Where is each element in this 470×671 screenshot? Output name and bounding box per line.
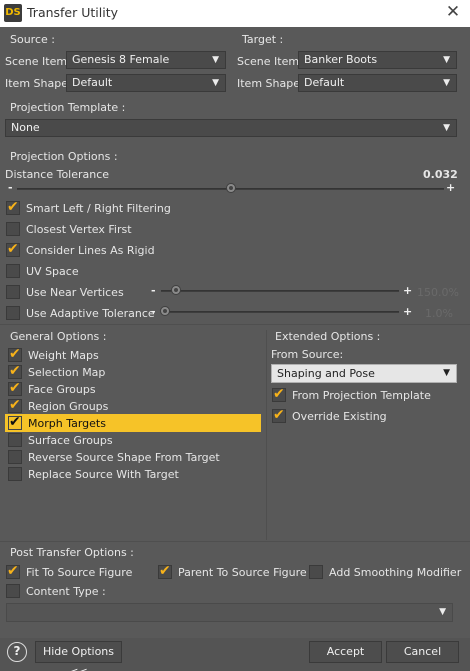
rigid-lines-checkbox[interactable] [6, 241, 20, 257]
source-item-shape-dropdown[interactable]: Default ▼ [66, 74, 226, 92]
near-vertices-value: 150.0% [417, 286, 459, 299]
chevron-down-icon: ▼ [212, 78, 219, 88]
replace-source-checkbox[interactable] [8, 467, 22, 481]
target-scene-item-label: Scene Item : [237, 55, 307, 68]
divider [0, 541, 470, 542]
chevron-down-icon: ▼ [443, 55, 450, 65]
from-source-value: Shaping and Pose [277, 367, 375, 380]
source-scene-item-value: Genesis 8 Female [72, 53, 170, 66]
source-heading: Source : [10, 33, 55, 46]
closest-vertex-checkbox[interactable] [6, 222, 20, 236]
content-type-dropdown[interactable]: ▼ [6, 603, 453, 622]
target-heading: Target : [242, 33, 284, 46]
distance-tolerance-label: Distance Tolerance [5, 168, 110, 181]
chevron-down-icon: ▼ [443, 368, 450, 378]
selection-map-checkbox[interactable] [8, 363, 22, 379]
distance-tolerance-value: 0.032 [423, 168, 458, 181]
distance-tolerance-plus[interactable]: + [446, 181, 455, 194]
hide-options-button[interactable]: Hide Options << [35, 641, 122, 671]
source-item-shape-label: Item Shape : [5, 77, 76, 90]
near-vertices-minus[interactable]: - [151, 284, 156, 297]
face-groups-label: Face Groups [28, 383, 96, 396]
closest-vertex-label: Closest Vertex First [26, 223, 132, 236]
adaptive-tolerance-minus[interactable]: - [151, 305, 156, 318]
smart-filtering-label: Smart Left / Right Filtering [26, 202, 171, 215]
adaptive-tolerance-slider-knob[interactable] [160, 306, 170, 316]
morph-targets-checkbox[interactable] [8, 414, 22, 430]
chevron-down-icon: ▼ [443, 123, 450, 133]
vertical-divider [266, 330, 267, 540]
target-scene-item-value: Banker Boots [304, 53, 378, 66]
fit-to-source-label: Fit To Source Figure [26, 566, 133, 579]
source-item-shape-value: Default [72, 76, 113, 89]
weight-maps-checkbox[interactable] [8, 346, 22, 362]
accept-button[interactable]: Accept [309, 641, 382, 663]
projection-options-heading: Projection Options : [10, 150, 118, 163]
daz-studio-logo-icon: DS [4, 4, 22, 22]
uv-space-checkbox[interactable] [6, 264, 20, 278]
title-bar: DS Transfer Utility ✕ [0, 0, 470, 27]
target-item-shape-value: Default [304, 76, 345, 89]
morph-targets-label: Morph Targets [28, 417, 106, 430]
near-vertices-label: Use Near Vertices [26, 286, 124, 299]
adaptive-tolerance-plus[interactable]: + [403, 305, 412, 318]
near-vertices-slider-knob[interactable] [171, 285, 181, 295]
distance-tolerance-minus[interactable]: - [8, 181, 13, 194]
projection-template-dropdown[interactable]: None ▼ [5, 119, 457, 137]
from-projection-template-label: From Projection Template [292, 389, 431, 402]
reverse-source-shape-label: Reverse Source Shape From Target [28, 451, 220, 464]
rigid-lines-label: Consider Lines As Rigid [26, 244, 155, 257]
window-title: Transfer Utility [27, 5, 119, 20]
from-source-label: From Source: [271, 348, 344, 361]
chevron-down-icon: ▼ [439, 607, 446, 617]
override-existing-checkbox[interactable] [272, 407, 286, 423]
help-icon[interactable]: ? [7, 642, 27, 662]
near-vertices-checkbox[interactable] [6, 285, 20, 299]
chevron-down-icon: ▼ [212, 55, 219, 65]
cancel-button[interactable]: Cancel [386, 641, 459, 663]
replace-source-label: Replace Source With Target [28, 468, 179, 481]
face-groups-checkbox[interactable] [8, 380, 22, 396]
divider [0, 324, 470, 325]
target-scene-item-dropdown[interactable]: Banker Boots ▼ [298, 51, 457, 69]
selection-map-label: Selection Map [28, 366, 106, 379]
target-item-shape-label: Item Shape : [237, 77, 308, 90]
uv-space-label: UV Space [26, 265, 79, 278]
adaptive-tolerance-checkbox[interactable] [6, 306, 20, 320]
general-options-heading: General Options : [10, 330, 107, 343]
near-vertices-slider[interactable] [161, 290, 399, 292]
reverse-source-shape-checkbox[interactable] [8, 450, 22, 464]
projection-template-label: Projection Template : [10, 101, 126, 114]
near-vertices-plus[interactable]: + [403, 284, 412, 297]
override-existing-label: Override Existing [292, 410, 387, 423]
from-projection-template-checkbox[interactable] [272, 386, 286, 402]
adaptive-tolerance-slider[interactable] [161, 311, 399, 313]
from-source-dropdown[interactable]: Shaping and Pose ▼ [271, 364, 457, 383]
region-groups-label: Region Groups [28, 400, 109, 413]
post-transfer-heading: Post Transfer Options : [10, 546, 134, 559]
add-smoothing-checkbox[interactable] [309, 565, 323, 579]
source-scene-item-label: Scene Item : [5, 55, 75, 68]
adaptive-tolerance-label: Use Adaptive Tolerance [26, 307, 155, 320]
region-groups-checkbox[interactable] [8, 397, 22, 413]
chevron-down-icon: ▼ [443, 78, 450, 88]
fit-to-source-checkbox[interactable] [6, 563, 20, 579]
content-type-label: Content Type : [26, 585, 106, 598]
surface-groups-checkbox[interactable] [8, 433, 22, 447]
weight-maps-label: Weight Maps [28, 349, 99, 362]
content-type-checkbox[interactable] [6, 584, 20, 598]
projection-template-value: None [11, 121, 40, 134]
distance-tolerance-slider-knob[interactable] [225, 183, 236, 193]
parent-to-source-label: Parent To Source Figure [178, 566, 307, 579]
smart-filtering-checkbox[interactable] [6, 199, 20, 215]
target-item-shape-dropdown[interactable]: Default ▼ [298, 74, 457, 92]
surface-groups-label: Surface Groups [28, 434, 113, 447]
parent-to-source-checkbox[interactable] [158, 563, 172, 579]
adaptive-tolerance-value: 1.0% [425, 307, 453, 320]
source-scene-item-dropdown[interactable]: Genesis 8 Female ▼ [66, 51, 226, 69]
extended-options-heading: Extended Options : [275, 330, 381, 343]
close-icon[interactable]: ✕ [444, 3, 462, 21]
add-smoothing-label: Add Smoothing Modifier [329, 566, 462, 579]
